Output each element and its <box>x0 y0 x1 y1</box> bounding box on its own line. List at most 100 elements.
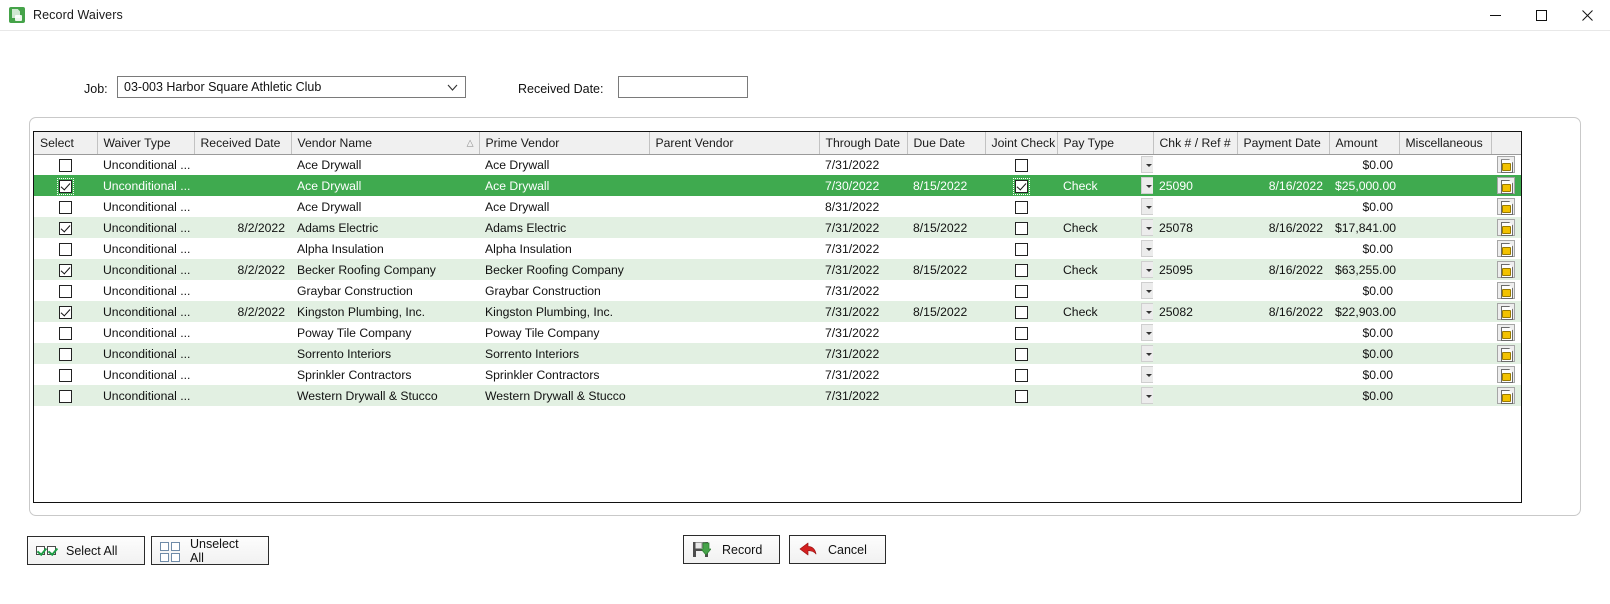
col-prime-vendor[interactable]: Prime Vendor <box>479 132 650 155</box>
checkbox-icon[interactable] <box>59 158 72 172</box>
row-select-checkbox[interactable] <box>34 385 97 406</box>
chevron-down-icon[interactable] <box>1141 261 1153 278</box>
col-parent-vendor[interactable]: Parent Vendor <box>649 132 820 155</box>
cell-pay-type[interactable] <box>1057 364 1135 385</box>
col-received-date[interactable]: Received Date <box>194 132 292 155</box>
cell-chk-ref[interactable]: 25078 <box>1153 217 1237 238</box>
cell-pay-type[interactable] <box>1057 196 1135 217</box>
pay-type-dropdown[interactable] <box>1135 364 1153 385</box>
chevron-down-icon[interactable] <box>1141 282 1153 299</box>
pay-type-dropdown[interactable] <box>1135 301 1153 322</box>
checkbox-icon[interactable] <box>59 263 72 277</box>
checkbox-icon[interactable] <box>57 177 74 195</box>
document-note-icon[interactable] <box>1497 303 1515 320</box>
table-row[interactable]: Unconditional ... Poway Tile Company Poway… <box>34 322 1521 343</box>
misc-document-button[interactable] <box>1491 196 1521 217</box>
minimize-icon[interactable] <box>1472 0 1518 31</box>
record-button[interactable]: Record <box>683 535 780 564</box>
checkbox-icon[interactable] <box>1014 284 1028 298</box>
table-row[interactable]: Unconditional ... Sorrento Interiors Sorre… <box>34 343 1521 364</box>
row-joint-check-checkbox[interactable] <box>985 175 1057 196</box>
document-note-icon[interactable] <box>1497 261 1515 278</box>
row-joint-check-checkbox[interactable] <box>985 238 1057 259</box>
cell-chk-ref[interactable] <box>1153 196 1237 217</box>
row-joint-check-checkbox[interactable] <box>985 322 1057 343</box>
cell-pay-type[interactable] <box>1057 385 1135 406</box>
select-all-button[interactable]: Select All <box>27 536 145 565</box>
col-pay-type[interactable]: Pay Type <box>1057 132 1154 155</box>
cell-pay-type[interactable] <box>1057 343 1135 364</box>
chevron-down-icon[interactable] <box>1141 198 1153 215</box>
row-joint-check-checkbox[interactable] <box>985 343 1057 364</box>
cell-pay-type[interactable]: Check <box>1057 301 1135 322</box>
row-select-checkbox[interactable] <box>34 259 97 280</box>
table-row[interactable]: Unconditional ... 8/2/2022 Adams Electric A… <box>34 217 1521 238</box>
checkbox-icon[interactable] <box>59 326 72 340</box>
chevron-down-icon[interactable] <box>1141 240 1153 257</box>
checkbox-icon[interactable] <box>59 200 72 214</box>
cell-chk-ref[interactable]: 25090 <box>1153 175 1237 196</box>
misc-document-button[interactable] <box>1491 238 1521 259</box>
close-icon[interactable] <box>1564 0 1610 31</box>
misc-document-button[interactable] <box>1491 217 1521 238</box>
cell-pay-type[interactable] <box>1057 154 1135 175</box>
table-row[interactable]: Unconditional ... 8/2/2022 Kingston Plumbi… <box>34 301 1521 322</box>
table-row[interactable]: Unconditional ... Western Drywall & Stucc… <box>34 385 1521 406</box>
row-joint-check-checkbox[interactable] <box>985 196 1057 217</box>
cell-pay-type[interactable] <box>1057 280 1135 301</box>
maximize-icon[interactable] <box>1518 0 1564 31</box>
checkbox-icon[interactable] <box>1014 200 1028 214</box>
misc-document-button[interactable] <box>1491 343 1521 364</box>
pay-type-dropdown[interactable] <box>1135 196 1153 217</box>
row-select-checkbox[interactable] <box>34 196 97 217</box>
row-joint-check-checkbox[interactable] <box>985 301 1057 322</box>
checkbox-icon[interactable] <box>59 305 72 319</box>
checkbox-icon[interactable] <box>59 221 72 235</box>
table-row[interactable]: Unconditional ... Ace Drywall Ace Drywall 7… <box>34 175 1521 196</box>
waiver-grid[interactable]: Select Waiver Type Received Date Vendor … <box>33 131 1522 503</box>
checkbox-icon[interactable] <box>1014 221 1028 235</box>
col-waiver-type[interactable]: Waiver Type <box>97 132 195 155</box>
row-joint-check-checkbox[interactable] <box>985 259 1057 280</box>
row-select-checkbox[interactable] <box>34 217 97 238</box>
chevron-down-icon[interactable] <box>1141 366 1153 383</box>
checkbox-icon[interactable] <box>59 368 72 382</box>
unselect-all-button[interactable]: Unselect All <box>151 536 269 565</box>
row-select-checkbox[interactable] <box>34 154 97 175</box>
row-select-checkbox[interactable] <box>34 238 97 259</box>
row-joint-check-checkbox[interactable] <box>985 217 1057 238</box>
document-note-icon[interactable] <box>1497 219 1515 236</box>
chevron-down-icon[interactable] <box>1141 177 1153 194</box>
cell-chk-ref[interactable] <box>1153 385 1237 406</box>
cell-chk-ref[interactable] <box>1153 364 1237 385</box>
document-note-icon[interactable] <box>1497 345 1515 362</box>
col-payment-date[interactable]: Payment Date <box>1237 132 1330 155</box>
cell-pay-type[interactable] <box>1057 238 1135 259</box>
table-row[interactable]: Unconditional ... Graybar Construction Gra… <box>34 280 1521 301</box>
row-select-checkbox[interactable] <box>34 175 97 196</box>
row-select-checkbox[interactable] <box>34 280 97 301</box>
misc-document-button[interactable] <box>1491 301 1521 322</box>
pay-type-dropdown[interactable] <box>1135 280 1153 301</box>
document-note-icon[interactable] <box>1497 177 1515 194</box>
pay-type-dropdown[interactable] <box>1135 238 1153 259</box>
checkbox-icon[interactable] <box>59 242 72 256</box>
pay-type-dropdown[interactable] <box>1135 343 1153 364</box>
document-note-icon[interactable] <box>1497 240 1515 257</box>
chevron-down-icon[interactable] <box>1141 387 1153 404</box>
checkbox-icon[interactable] <box>1014 347 1028 361</box>
cancel-button[interactable]: Cancel <box>789 535 886 564</box>
chevron-down-icon[interactable] <box>1141 345 1153 362</box>
document-note-icon[interactable] <box>1497 282 1515 299</box>
col-through-date[interactable]: Through Date <box>819 132 908 155</box>
col-vendor-name[interactable]: Vendor Name △ <box>291 132 480 155</box>
received-date-input[interactable] <box>618 76 748 98</box>
checkbox-icon[interactable] <box>1014 326 1028 340</box>
chevron-down-icon[interactable] <box>1141 324 1153 341</box>
document-note-icon[interactable] <box>1497 387 1515 404</box>
col-joint-check[interactable]: Joint Check <box>985 132 1058 155</box>
col-due-date[interactable]: Due Date <box>907 132 986 155</box>
cell-pay-type[interactable]: Check <box>1057 175 1135 196</box>
pay-type-dropdown[interactable] <box>1135 259 1153 280</box>
row-joint-check-checkbox[interactable] <box>985 385 1057 406</box>
